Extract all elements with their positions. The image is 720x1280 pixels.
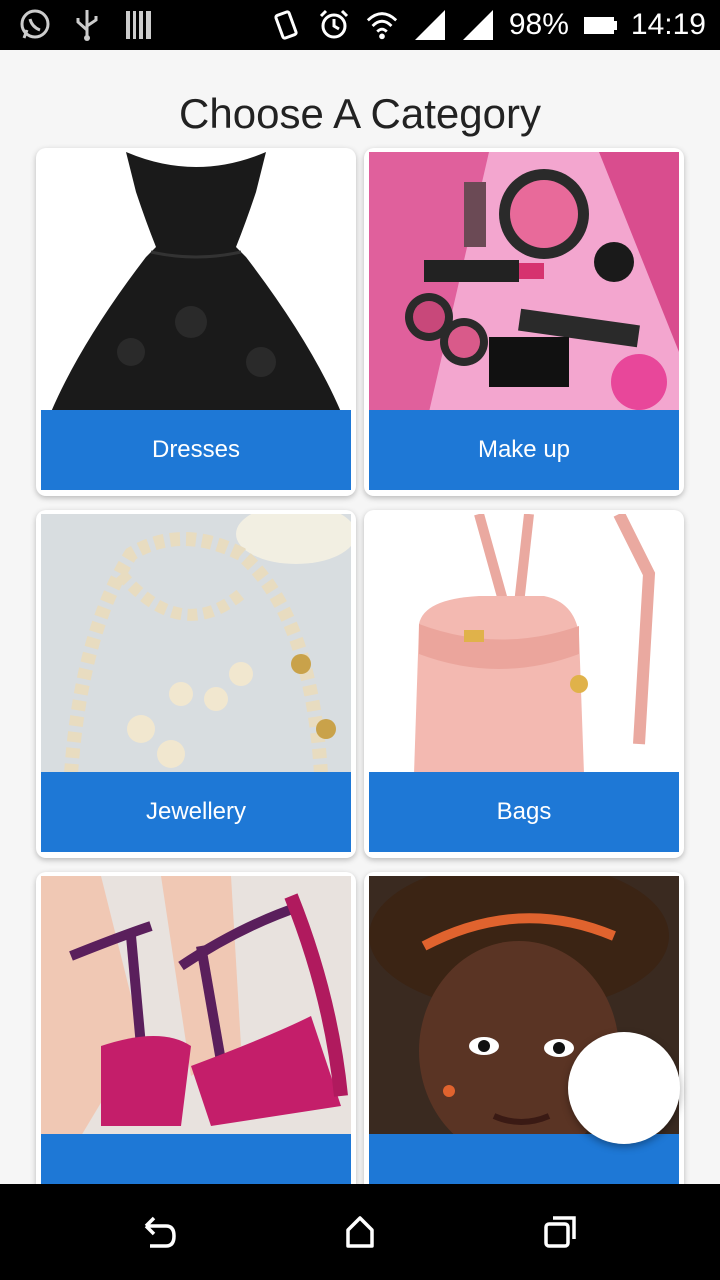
battery-percentage: 98% <box>508 8 569 41</box>
back-icon[interactable] <box>140 1212 180 1252</box>
category-label: Bags <box>369 772 679 852</box>
wifi-icon <box>365 8 399 42</box>
signal-icon <box>413 8 447 42</box>
category-card-dresses[interactable]: Dresses <box>36 148 356 496</box>
home-icon[interactable] <box>340 1212 380 1252</box>
signal-icon-2 <box>461 8 495 42</box>
status-bar: 98% 14:19 <box>0 0 720 50</box>
category-label: Jewellery <box>41 772 351 852</box>
recents-icon[interactable] <box>540 1212 580 1252</box>
category-label: Dresses <box>41 410 351 490</box>
navigation-bar <box>0 1184 720 1280</box>
alarm-icon <box>317 8 351 42</box>
barcode-icon <box>122 8 156 42</box>
floating-action-button[interactable] <box>568 1032 680 1144</box>
whatsapp-icon <box>18 8 52 42</box>
category-label <box>41 1134 351 1184</box>
vibrate-icon <box>269 8 303 42</box>
category-label: Make up <box>369 410 679 490</box>
pink-backpack-image <box>369 514 679 774</box>
battery-icon <box>583 8 617 42</box>
makeup-products-image <box>369 152 679 412</box>
category-card-jewellery[interactable]: Jewellery <box>36 510 356 858</box>
black-lace-dress-image <box>41 152 351 412</box>
category-card-bags[interactable]: Bags <box>364 510 684 858</box>
pink-heels-image <box>41 876 351 1136</box>
page-title: Choose A Category <box>179 90 541 137</box>
category-card-makeup[interactable]: Make up <box>364 148 684 496</box>
pearl-jewellery-image <box>41 514 351 774</box>
category-card-shoes[interactable] <box>36 872 356 1184</box>
clock: 14:19 <box>630 8 706 41</box>
category-screen: Choose A Category Dresses Make up Jewell… <box>0 50 720 1184</box>
usb-icon <box>70 8 104 42</box>
